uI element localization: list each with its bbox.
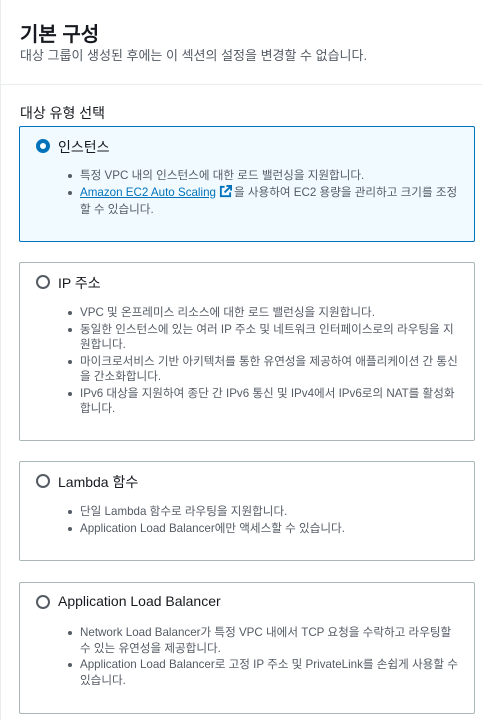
option-bullets-ip: VPC 및 온프레미스 리소스에 대한 로드 밸런싱을 지원합니다. 동일한 인… bbox=[68, 305, 460, 418]
radio-ip[interactable] bbox=[36, 275, 50, 289]
option-title-ip: IP 주소 bbox=[58, 275, 101, 291]
list-item: 특정 VPC 내의 인스턴스에 대한 로드 밸런싱을 지원합니다. bbox=[68, 168, 460, 184]
list-item: Amazon EC2 Auto Scaling 을 사용하여 EC2 용량을 관리… bbox=[68, 184, 460, 218]
list-item: Network Load Balancer가 특정 VPC 내에서 TCP 요청… bbox=[68, 625, 460, 656]
list-item: Application Load Balancer에만 액세스할 수 있습니다. bbox=[68, 521, 460, 537]
option-bullets-instances: 특정 VPC 내의 인스턴스에 대한 로드 밸런싱을 지원합니다. Amazon… bbox=[68, 168, 460, 219]
external-link-icon[interactable] bbox=[219, 184, 232, 203]
option-bullets-alb: Network Load Balancer가 특정 VPC 내에서 TCP 요청… bbox=[68, 625, 460, 689]
target-type-label: 대상 유형 선택 bbox=[20, 105, 106, 121]
target-option-alb[interactable]: Application Load Balancer Network Load B… bbox=[19, 582, 475, 714]
panel-header: 기본 구성 대상 그룹이 생성된 후에는 이 섹션의 설정을 변경할 수 없습니… bbox=[1, 0, 482, 85]
target-option-lambda[interactable]: Lambda 함수 단일 Lambda 함수로 라우팅을 지원합니다. Appl… bbox=[19, 461, 475, 561]
option-title-alb: Application Load Balancer bbox=[58, 593, 221, 609]
radio-instances[interactable] bbox=[36, 139, 50, 153]
option-title-instances: 인스턴스 bbox=[58, 139, 110, 155]
option-bullets-lambda: 단일 Lambda 함수로 라우팅을 지원합니다. Application Lo… bbox=[68, 504, 460, 537]
list-item: 단일 Lambda 함수로 라우팅을 지원합니다. bbox=[68, 504, 460, 520]
page-title: 기본 구성 bbox=[20, 24, 100, 46]
list-item: Application Load Balancer로 고정 IP 주소 및 Pr… bbox=[68, 657, 460, 688]
target-option-ip[interactable]: IP 주소 VPC 및 온프레미스 리소스에 대한 로드 밸런싱을 지원합니다.… bbox=[19, 262, 475, 441]
panel-description: 대상 그룹이 생성된 후에는 이 섹션의 설정을 변경할 수 없습니다. bbox=[20, 48, 368, 63]
radio-alb[interactable] bbox=[36, 595, 50, 609]
list-item: IPv6 대상을 지원하여 종단 간 IPv6 통신 및 IPv4에서 IPv6… bbox=[68, 386, 460, 417]
option-title-lambda: Lambda 함수 bbox=[58, 474, 139, 490]
radio-lambda[interactable] bbox=[36, 474, 50, 488]
list-item: 동일한 인스턴스에 있는 여러 IP 주소 및 네트워크 인터페이스로의 라우팅… bbox=[68, 322, 460, 353]
list-item: 마이크로서비스 기반 아키텍처를 통한 유연성을 제공하여 애플리케이션 간 통… bbox=[68, 354, 460, 385]
target-option-instances[interactable]: 인스턴스 특정 VPC 내의 인스턴스에 대한 로드 밸런싱을 지원합니다. A… bbox=[19, 126, 475, 242]
list-item: VPC 및 온프레미스 리소스에 대한 로드 밸런싱을 지원합니다. bbox=[68, 305, 460, 321]
ec2-auto-scaling-link[interactable]: Amazon EC2 Auto Scaling bbox=[80, 186, 216, 199]
basic-config-panel: 기본 구성 대상 그룹이 생성된 후에는 이 섹션의 설정을 변경할 수 없습니… bbox=[0, 0, 482, 720]
